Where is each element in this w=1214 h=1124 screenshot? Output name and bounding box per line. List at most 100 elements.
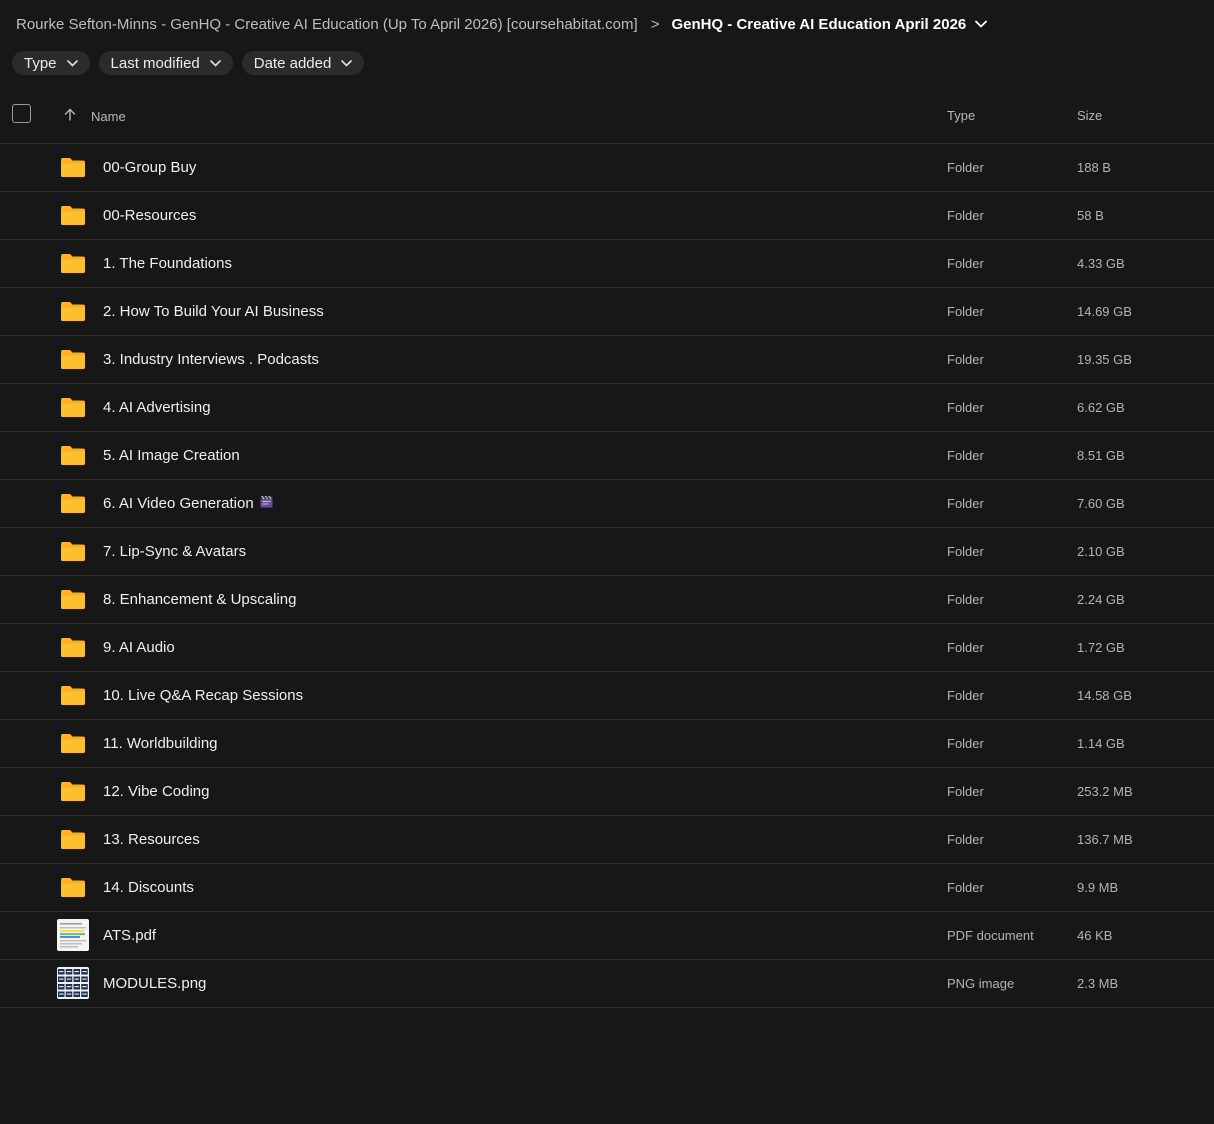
file-name-text: 14. Discounts — [103, 879, 194, 896]
breadcrumb-parent-link[interactable]: Rourke Sefton-Minns - GenHQ - Creative A… — [16, 16, 638, 33]
file-name-text: ATS.pdf — [103, 927, 157, 944]
file-name: 1. The Foundations — [103, 255, 232, 272]
file-type: Folder — [947, 688, 984, 703]
file-type: Folder — [947, 640, 984, 655]
file-name-text: 00-Resources — [103, 207, 197, 224]
breadcrumb-current-folder[interactable]: GenHQ - Creative AI Education April 2026 — [671, 16, 966, 33]
folder-icon — [60, 348, 86, 370]
sort-ascending-arrow-icon[interactable] — [64, 108, 76, 124]
breadcrumb: Rourke Sefton-Minns - GenHQ - Creative A… — [16, 13, 988, 35]
file-type: Folder — [947, 256, 984, 271]
file-name-text: 13. Resources — [103, 831, 200, 848]
file-type: PDF document — [947, 928, 1034, 943]
file-row[interactable]: 11. Worldbuilding Folder 1.14 GB — [0, 720, 1214, 768]
file-name: ATS.pdf — [103, 927, 156, 944]
file-size: 14.69 GB — [1077, 304, 1132, 319]
file-size: 136.7 MB — [1077, 832, 1133, 847]
folder-icon — [60, 252, 86, 274]
folder-icon — [60, 876, 86, 898]
file-name-text: 11. Worldbuilding — [103, 735, 218, 752]
folder-icon — [60, 828, 86, 850]
file-type: Folder — [947, 544, 984, 559]
file-name-text: 7. Lip-Sync & Avatars — [103, 543, 247, 560]
file-row[interactable]: 3. Industry Interviews . Podcasts Folder 1… — [0, 336, 1214, 384]
folder-icon — [60, 780, 86, 802]
file-name-text: 1. The Foundations — [103, 255, 232, 272]
file-type: Folder — [947, 448, 984, 463]
file-name: 9. AI Audio — [103, 639, 175, 656]
file-row[interactable]: 5. AI Image Creation Folder 8.51 GB — [0, 432, 1214, 480]
file-size: 2.3 MB — [1077, 976, 1119, 991]
file-row[interactable]: 12. Vibe Coding Folder 253.2 MB — [0, 768, 1214, 816]
file-type: Folder — [947, 304, 984, 319]
png-thumbnail — [57, 967, 89, 999]
file-name: 12. Vibe Coding — [103, 783, 209, 800]
file-name: 4. AI Advertising — [103, 399, 211, 416]
file-row[interactable]: 6. AI Video Generation Folder 7.60 GB — [0, 480, 1214, 528]
file-name: 14. Discounts — [103, 879, 194, 896]
chevron-down-icon — [209, 59, 221, 67]
folder-icon — [60, 300, 86, 322]
file-size: 2.24 GB — [1077, 592, 1125, 607]
file-name-text: 5. AI Image Creation — [103, 447, 240, 464]
type-filter-button[interactable]: Type — [12, 51, 90, 75]
file-type: PNG image — [947, 976, 1015, 991]
file-size: 9.9 MB — [1077, 880, 1119, 895]
file-row[interactable]: 00-Group Buy Folder 188 B — [0, 144, 1214, 192]
file-row[interactable]: 1. The Foundations Folder 4.33 GB — [0, 240, 1214, 288]
file-type: Folder — [947, 880, 984, 895]
file-size: 7.60 GB — [1077, 496, 1125, 511]
select-all-checkbox[interactable] — [12, 104, 31, 123]
folder-icon — [60, 540, 86, 562]
file-size: 188 B — [1077, 160, 1111, 175]
pdf-thumbnail — [57, 919, 89, 951]
file-name: 6. AI Video Generation — [103, 495, 273, 512]
file-size: 8.51 GB — [1077, 448, 1125, 463]
file-row[interactable]: 2. How To Build Your AI Business Folder 14… — [0, 288, 1214, 336]
type-filter-label: Type — [24, 54, 57, 72]
file-name-text: 9. AI Audio — [103, 639, 175, 656]
file-row[interactable]: 7. Lip-Sync & Avatars Folder 2.10 GB — [0, 528, 1214, 576]
folder-icon — [60, 636, 86, 658]
file-row[interactable]: 13. Resources Folder 136.7 MB — [0, 816, 1214, 864]
folder-icon — [60, 732, 86, 754]
file-row[interactable]: 00-Resources Folder 58 B — [0, 192, 1214, 240]
file-type: Folder — [947, 736, 984, 751]
file-row[interactable]: MODULES.png PNG image 2.3 MB — [0, 960, 1214, 1008]
chevron-down-icon — [341, 59, 353, 67]
chevron-down-icon — [66, 59, 78, 67]
file-type: Folder — [947, 160, 984, 175]
file-name-text: 12. Vibe Coding — [103, 783, 210, 800]
file-row[interactable]: 9. AI Audio Folder 1.72 GB — [0, 624, 1214, 672]
folder-icon — [60, 684, 86, 706]
file-type: Folder — [947, 832, 984, 847]
size-column-header[interactable]: Size — [1077, 108, 1102, 123]
folder-icon — [60, 444, 86, 466]
file-list: 00-Group Buy Folder 188 B 00-Resources Folde… — [0, 144, 1214, 1008]
file-row[interactable]: 4. AI Advertising Folder 6.62 GB — [0, 384, 1214, 432]
type-column-header[interactable]: Type — [947, 108, 975, 123]
file-name-text: 8. Enhancement & Upscaling — [103, 591, 297, 608]
file-row[interactable]: 8. Enhancement & Upscaling Folder 2.24 GB — [0, 576, 1214, 624]
chevron-down-icon[interactable] — [975, 20, 988, 28]
file-type: Folder — [947, 208, 984, 223]
file-name: 5. AI Image Creation — [103, 447, 240, 464]
date-added-filter-label: Date added — [253, 54, 332, 72]
filter-bar: Type Last modified Date added — [12, 51, 365, 75]
file-row[interactable]: ATS.pdf PDF document 46 KB — [0, 912, 1214, 960]
file-name-text: MODULES.png — [103, 975, 207, 992]
file-size: 4.33 GB — [1077, 256, 1125, 271]
last-modified-filter-button[interactable]: Last modified — [98, 51, 233, 75]
file-row[interactable]: 14. Discounts Folder 9.9 MB — [0, 864, 1214, 912]
file-size: 2.10 GB — [1077, 544, 1125, 559]
date-added-filter-button[interactable]: Date added — [241, 51, 365, 75]
file-type: Folder — [947, 352, 984, 367]
file-size: 14.58 GB — [1077, 688, 1132, 703]
file-name-text: 10. Live Q&A Recap Sessions — [103, 687, 304, 704]
file-name: 11. Worldbuilding — [103, 735, 218, 752]
name-column-header[interactable]: Name — [91, 109, 126, 124]
file-name: MODULES.png — [103, 975, 206, 992]
folder-icon — [60, 588, 86, 610]
file-row[interactable]: 10. Live Q&A Recap Sessions Folder 14.58 G… — [0, 672, 1214, 720]
file-name: 7. Lip-Sync & Avatars — [103, 543, 246, 560]
